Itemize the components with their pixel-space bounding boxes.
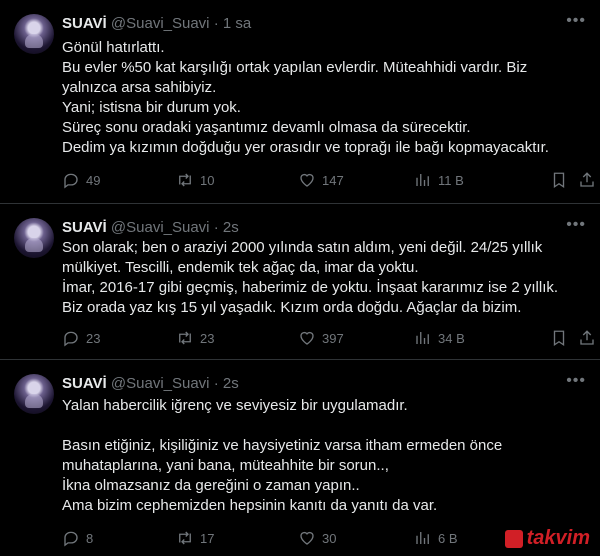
reply-button[interactable]: 49	[62, 170, 100, 190]
reply-button[interactable]: 23	[62, 328, 100, 348]
reply-count: 23	[86, 330, 101, 346]
like-count: 397	[322, 330, 344, 346]
repost-icon	[179, 173, 191, 187]
more-options-icon[interactable]: •••	[566, 12, 586, 30]
repost-button[interactable]: 17	[176, 528, 214, 548]
repost-button[interactable]: 10	[176, 170, 214, 190]
like-count: 147	[322, 172, 344, 188]
reply-icon	[64, 173, 78, 189]
tweet-line: Bu evler %50 kat karşılığı ortak yapılan…	[62, 59, 528, 76]
views-chart-icon	[416, 532, 429, 544]
views-button[interactable]: 11 B	[414, 170, 464, 190]
bookmark-icon	[553, 330, 565, 347]
tweet-header: SUAVİ @Suavi_Suavi · 1 sa	[62, 14, 580, 34]
like-count: 30	[322, 530, 337, 546]
tweet-actions: 49 10 147 11 B	[62, 170, 594, 190]
share-icon	[580, 172, 594, 187]
repost-button[interactable]: 23	[176, 328, 214, 348]
tweet-line: Gönül hatırlattı.	[62, 39, 165, 56]
heart-icon	[300, 331, 314, 345]
repost-count: 23	[200, 330, 215, 346]
repost-icon	[179, 531, 191, 545]
separator: ·	[213, 219, 219, 236]
tweet-2[interactable]: SUAVİ @Suavi_Suavi · 2s ••• Son olarak; …	[0, 204, 600, 360]
bookmark-button[interactable]	[550, 170, 568, 190]
tweet-header: SUAVİ @Suavi_Suavi · 2s	[62, 218, 580, 238]
views-count: 6 B	[438, 530, 458, 546]
views-count: 34 B	[438, 330, 465, 346]
views-button[interactable]: 6 B	[414, 528, 458, 548]
separator: ·	[213, 375, 219, 392]
tweet-line: Biz orada yaz kış 15 yıl yaşadık. Kızım …	[62, 299, 522, 316]
author-handle[interactable]: @Suavi_Suavi	[111, 375, 210, 392]
watermark-logo-icon	[504, 529, 523, 548]
views-chart-icon	[416, 332, 429, 344]
tweet-text: Son olarak; ben o araziyi 2000 yılında s…	[62, 238, 580, 318]
author-name[interactable]: SUAVİ	[62, 15, 107, 32]
heart-icon	[300, 173, 314, 187]
bookmark-icon	[553, 172, 565, 189]
share-button[interactable]	[578, 170, 596, 190]
tweet-line: Süreç sonu oradaki yaşantımız devamlı ol…	[62, 119, 471, 136]
tweet-line: Dedim ya kızımın doğduğu yer orasıdır ve…	[62, 139, 549, 156]
share-icon	[580, 330, 594, 345]
tweet-line: mülkiyet. Tescilli, endemik tek ağaç da,…	[62, 259, 419, 276]
author-name[interactable]: SUAVİ	[62, 375, 107, 392]
more-options-icon[interactable]: •••	[566, 216, 586, 234]
tweet-line: muhataplarına, yani bana, müteahhite bir…	[62, 457, 389, 474]
reply-count: 8	[86, 530, 94, 546]
takvim-watermark: takvim	[504, 527, 590, 550]
tweet-line: İmar, 2016-17 gibi geçmiş, haberimiz de …	[62, 279, 559, 296]
tweet-line: Yani; istisna bir durum yok.	[62, 99, 241, 116]
like-button[interactable]: 30	[298, 528, 336, 548]
timestamp[interactable]: 2s	[223, 375, 239, 392]
author-handle[interactable]: @Suavi_Suavi	[111, 15, 210, 32]
share-button[interactable]	[578, 328, 596, 348]
tweet-line: İkna olmazsanız da gereğini o zaman yapı…	[62, 477, 360, 494]
timestamp[interactable]: 2s	[223, 219, 239, 236]
watermark-text: takvim	[526, 527, 590, 549]
tweet-line: Yalan habercilik iğrenç ve seviyesiz bir…	[62, 397, 408, 414]
reply-button[interactable]: 8	[62, 528, 93, 548]
reply-count: 49	[86, 172, 101, 188]
tweet-header: SUAVİ @Suavi_Suavi · 2s	[62, 374, 580, 394]
tweet-text: Yalan habercilik iğrenç ve seviyesiz bir…	[62, 396, 580, 516]
separator: ·	[213, 15, 219, 32]
author-name[interactable]: SUAVİ	[62, 219, 107, 236]
avatar[interactable]	[14, 14, 54, 54]
tweet-line: Son olarak; ben o araziyi 2000 yılında s…	[62, 239, 543, 256]
tweet-1[interactable]: SUAVİ @Suavi_Suavi · 1 sa ••• Gönül hatı…	[0, 0, 600, 204]
author-handle[interactable]: @Suavi_Suavi	[111, 219, 210, 236]
reply-icon	[64, 531, 78, 547]
repost-count: 10	[200, 172, 215, 188]
heart-icon	[300, 531, 314, 545]
repost-icon	[179, 331, 191, 345]
views-button[interactable]: 34 B	[414, 328, 465, 348]
like-button[interactable]: 397	[298, 328, 344, 348]
more-options-icon[interactable]: •••	[566, 372, 586, 390]
repost-count: 17	[200, 530, 215, 546]
views-chart-icon	[416, 174, 429, 186]
tweet-actions: 23 23 397 34 B	[62, 328, 594, 348]
bookmark-button[interactable]	[550, 328, 568, 348]
tweet-line: Basın etiğiniz, kişiliğiniz ve haysiyeti…	[62, 437, 503, 454]
views-count: 11 B	[438, 172, 464, 188]
avatar[interactable]	[14, 374, 54, 414]
tweet-line	[62, 416, 580, 436]
avatar[interactable]	[14, 218, 54, 258]
tweet-line: yalnızca arsa sahibiyiz.	[62, 79, 217, 96]
timestamp[interactable]: 1 sa	[223, 15, 251, 32]
reply-icon	[64, 331, 78, 347]
like-button[interactable]: 147	[298, 170, 344, 190]
tweet-text: Gönül hatırlattı. Bu evler %50 kat karşı…	[62, 38, 580, 158]
tweet-line: Ama bizim cephemizden hepsinin kanıtı da…	[62, 497, 438, 514]
